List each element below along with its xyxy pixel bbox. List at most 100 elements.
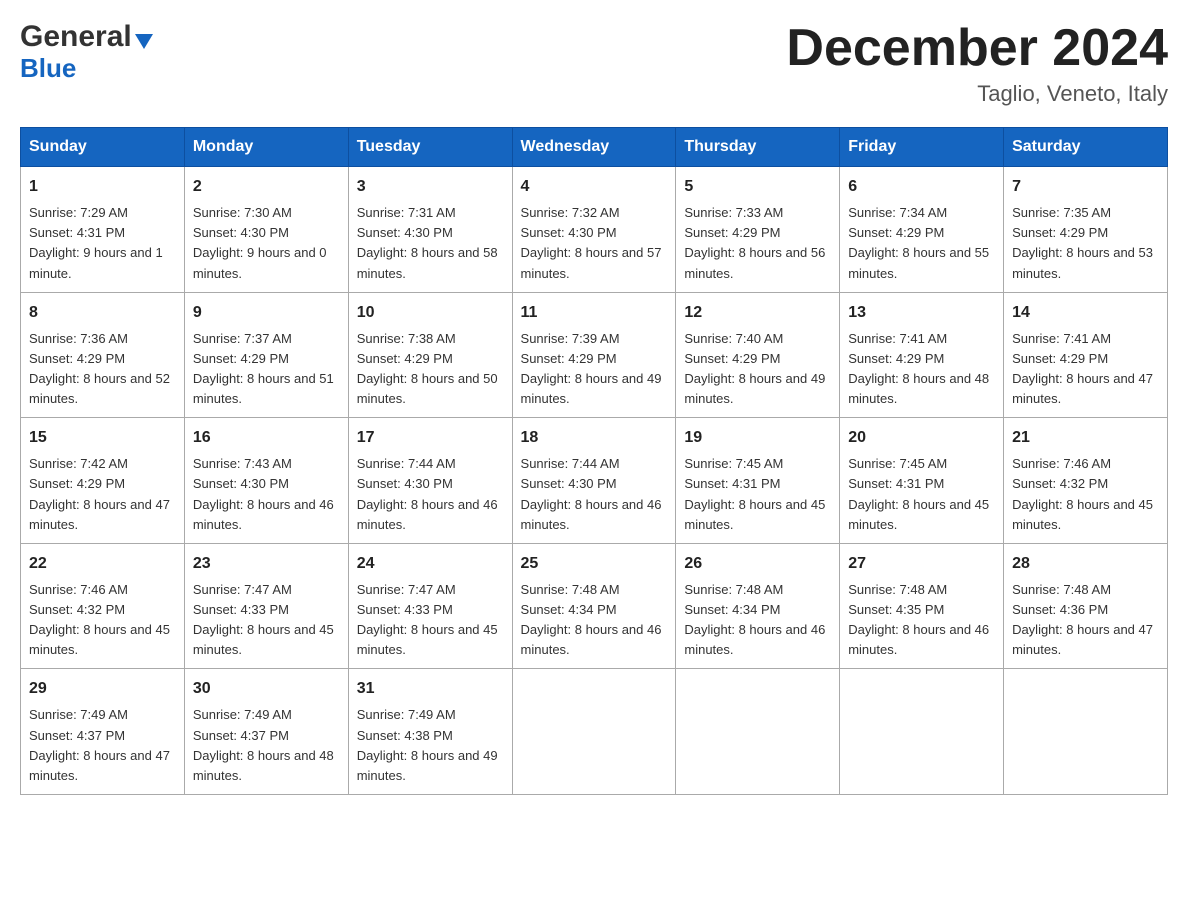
day-number: 17 [357, 426, 504, 450]
day-number: 26 [684, 552, 831, 576]
day-info: Sunrise: 7:35 AMSunset: 4:29 PMDaylight:… [1012, 205, 1153, 280]
day-info: Sunrise: 7:38 AMSunset: 4:29 PMDaylight:… [357, 331, 498, 406]
calendar-cell: 24 Sunrise: 7:47 AMSunset: 4:33 PMDaylig… [348, 543, 512, 669]
calendar-cell: 19 Sunrise: 7:45 AMSunset: 4:31 PMDaylig… [676, 418, 840, 544]
day-info: Sunrise: 7:41 AMSunset: 4:29 PMDaylight:… [1012, 331, 1153, 406]
day-number: 11 [521, 301, 668, 325]
day-number: 4 [521, 175, 668, 199]
calendar-cell: 1 Sunrise: 7:29 AMSunset: 4:31 PMDayligh… [21, 167, 185, 293]
day-info: Sunrise: 7:44 AMSunset: 4:30 PMDaylight:… [357, 456, 498, 531]
day-number: 16 [193, 426, 340, 450]
calendar-cell: 5 Sunrise: 7:33 AMSunset: 4:29 PMDayligh… [676, 167, 840, 293]
day-info: Sunrise: 7:47 AMSunset: 4:33 PMDaylight:… [193, 582, 334, 657]
day-number: 29 [29, 677, 176, 701]
header-thursday: Thursday [676, 128, 840, 167]
calendar-cell [676, 669, 840, 795]
day-info: Sunrise: 7:48 AMSunset: 4:34 PMDaylight:… [521, 582, 662, 657]
day-number: 2 [193, 175, 340, 199]
calendar-cell: 17 Sunrise: 7:44 AMSunset: 4:30 PMDaylig… [348, 418, 512, 544]
calendar-cell: 13 Sunrise: 7:41 AMSunset: 4:29 PMDaylig… [840, 292, 1004, 418]
logo-triangle-icon [135, 34, 153, 49]
day-info: Sunrise: 7:33 AMSunset: 4:29 PMDaylight:… [684, 205, 825, 280]
calendar-cell [1004, 669, 1168, 795]
day-number: 7 [1012, 175, 1159, 199]
day-info: Sunrise: 7:40 AMSunset: 4:29 PMDaylight:… [684, 331, 825, 406]
day-info: Sunrise: 7:49 AMSunset: 4:37 PMDaylight:… [29, 707, 170, 782]
day-info: Sunrise: 7:47 AMSunset: 4:33 PMDaylight:… [357, 582, 498, 657]
day-number: 9 [193, 301, 340, 325]
day-info: Sunrise: 7:48 AMSunset: 4:36 PMDaylight:… [1012, 582, 1153, 657]
logo-line2: Blue [20, 54, 153, 83]
calendar-cell: 15 Sunrise: 7:42 AMSunset: 4:29 PMDaylig… [21, 418, 185, 544]
day-info: Sunrise: 7:39 AMSunset: 4:29 PMDaylight:… [521, 331, 662, 406]
header-wednesday: Wednesday [512, 128, 676, 167]
day-info: Sunrise: 7:34 AMSunset: 4:29 PMDaylight:… [848, 205, 989, 280]
day-number: 30 [193, 677, 340, 701]
header-saturday: Saturday [1004, 128, 1168, 167]
calendar-cell: 10 Sunrise: 7:38 AMSunset: 4:29 PMDaylig… [348, 292, 512, 418]
calendar-week-row: 15 Sunrise: 7:42 AMSunset: 4:29 PMDaylig… [21, 418, 1168, 544]
day-info: Sunrise: 7:43 AMSunset: 4:30 PMDaylight:… [193, 456, 334, 531]
day-info: Sunrise: 7:48 AMSunset: 4:34 PMDaylight:… [684, 582, 825, 657]
day-number: 27 [848, 552, 995, 576]
calendar-cell: 28 Sunrise: 7:48 AMSunset: 4:36 PMDaylig… [1004, 543, 1168, 669]
location-text: Taglio, Veneto, Italy [786, 81, 1168, 107]
day-info: Sunrise: 7:31 AMSunset: 4:30 PMDaylight:… [357, 205, 498, 280]
day-number: 5 [684, 175, 831, 199]
calendar-cell [840, 669, 1004, 795]
calendar-cell: 20 Sunrise: 7:45 AMSunset: 4:31 PMDaylig… [840, 418, 1004, 544]
title-block: December 2024 Taglio, Veneto, Italy [786, 20, 1168, 107]
day-number: 24 [357, 552, 504, 576]
day-info: Sunrise: 7:41 AMSunset: 4:29 PMDaylight:… [848, 331, 989, 406]
calendar-week-row: 1 Sunrise: 7:29 AMSunset: 4:31 PMDayligh… [21, 167, 1168, 293]
calendar-week-row: 29 Sunrise: 7:49 AMSunset: 4:37 PMDaylig… [21, 669, 1168, 795]
day-number: 23 [193, 552, 340, 576]
day-info: Sunrise: 7:42 AMSunset: 4:29 PMDaylight:… [29, 456, 170, 531]
day-info: Sunrise: 7:32 AMSunset: 4:30 PMDaylight:… [521, 205, 662, 280]
calendar-cell: 4 Sunrise: 7:32 AMSunset: 4:30 PMDayligh… [512, 167, 676, 293]
day-info: Sunrise: 7:45 AMSunset: 4:31 PMDaylight:… [848, 456, 989, 531]
calendar-cell: 14 Sunrise: 7:41 AMSunset: 4:29 PMDaylig… [1004, 292, 1168, 418]
day-info: Sunrise: 7:44 AMSunset: 4:30 PMDaylight:… [521, 456, 662, 531]
day-number: 22 [29, 552, 176, 576]
day-number: 8 [29, 301, 176, 325]
calendar-cell: 9 Sunrise: 7:37 AMSunset: 4:29 PMDayligh… [184, 292, 348, 418]
logo: General Blue [20, 20, 153, 83]
calendar-cell [512, 669, 676, 795]
calendar-cell: 25 Sunrise: 7:48 AMSunset: 4:34 PMDaylig… [512, 543, 676, 669]
day-info: Sunrise: 7:29 AMSunset: 4:31 PMDaylight:… [29, 205, 163, 280]
day-number: 1 [29, 175, 176, 199]
calendar-header-row: SundayMondayTuesdayWednesdayThursdayFrid… [21, 128, 1168, 167]
calendar-cell: 8 Sunrise: 7:36 AMSunset: 4:29 PMDayligh… [21, 292, 185, 418]
header-sunday: Sunday [21, 128, 185, 167]
day-info: Sunrise: 7:36 AMSunset: 4:29 PMDaylight:… [29, 331, 170, 406]
day-number: 18 [521, 426, 668, 450]
calendar-cell: 16 Sunrise: 7:43 AMSunset: 4:30 PMDaylig… [184, 418, 348, 544]
day-info: Sunrise: 7:48 AMSunset: 4:35 PMDaylight:… [848, 582, 989, 657]
calendar-cell: 27 Sunrise: 7:48 AMSunset: 4:35 PMDaylig… [840, 543, 1004, 669]
day-number: 3 [357, 175, 504, 199]
day-number: 14 [1012, 301, 1159, 325]
header-friday: Friday [840, 128, 1004, 167]
calendar-cell: 6 Sunrise: 7:34 AMSunset: 4:29 PMDayligh… [840, 167, 1004, 293]
calendar-table: SundayMondayTuesdayWednesdayThursdayFrid… [20, 127, 1168, 795]
logo-line1: General [20, 20, 153, 53]
day-number: 28 [1012, 552, 1159, 576]
day-info: Sunrise: 7:49 AMSunset: 4:37 PMDaylight:… [193, 707, 334, 782]
day-number: 13 [848, 301, 995, 325]
day-number: 31 [357, 677, 504, 701]
calendar-cell: 11 Sunrise: 7:39 AMSunset: 4:29 PMDaylig… [512, 292, 676, 418]
day-info: Sunrise: 7:49 AMSunset: 4:38 PMDaylight:… [357, 707, 498, 782]
calendar-cell: 7 Sunrise: 7:35 AMSunset: 4:29 PMDayligh… [1004, 167, 1168, 293]
logo-general-text: General [20, 20, 132, 53]
calendar-cell: 18 Sunrise: 7:44 AMSunset: 4:30 PMDaylig… [512, 418, 676, 544]
calendar-week-row: 22 Sunrise: 7:46 AMSunset: 4:32 PMDaylig… [21, 543, 1168, 669]
day-number: 15 [29, 426, 176, 450]
calendar-cell: 2 Sunrise: 7:30 AMSunset: 4:30 PMDayligh… [184, 167, 348, 293]
calendar-cell: 12 Sunrise: 7:40 AMSunset: 4:29 PMDaylig… [676, 292, 840, 418]
day-number: 21 [1012, 426, 1159, 450]
day-number: 12 [684, 301, 831, 325]
calendar-cell: 23 Sunrise: 7:47 AMSunset: 4:33 PMDaylig… [184, 543, 348, 669]
page-header: General Blue December 2024 Taglio, Venet… [20, 20, 1168, 107]
day-info: Sunrise: 7:37 AMSunset: 4:29 PMDaylight:… [193, 331, 334, 406]
